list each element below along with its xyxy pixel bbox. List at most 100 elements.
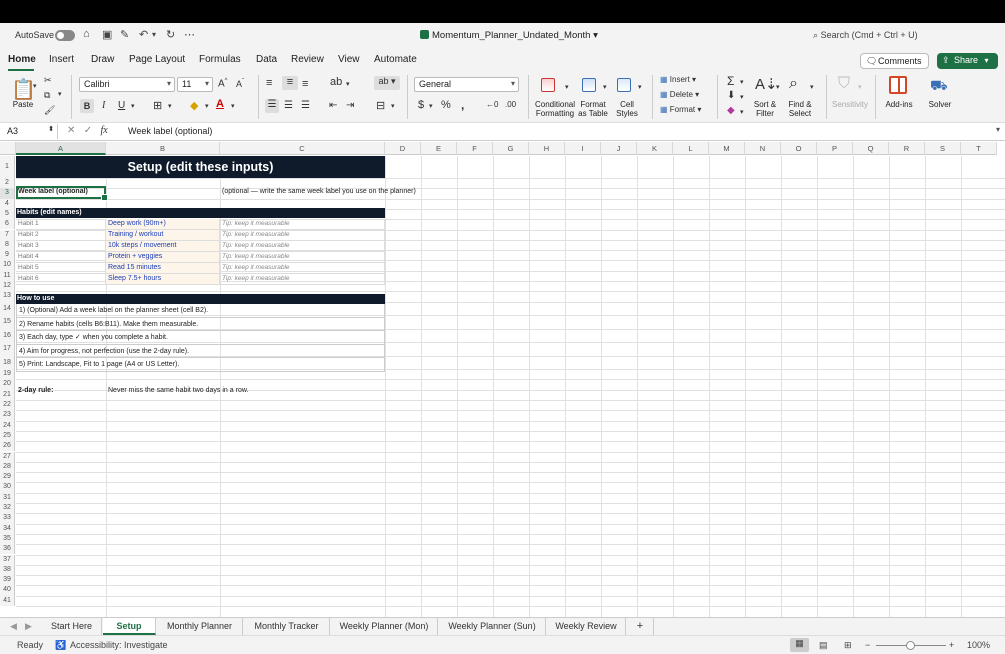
tab-insert[interactable]: Insert (49, 54, 74, 65)
clear-dropdown-icon[interactable]: ▾ (740, 108, 744, 116)
fill-dropdown-icon[interactable]: ▾ (740, 93, 744, 101)
row-header-18[interactable]: 18 (0, 355, 15, 370)
habit-tip-cell[interactable]: Tip: keep it measurable (220, 241, 385, 252)
fill-dropdown-icon[interactable]: ▾ (205, 102, 209, 110)
next-sheet-icon[interactable]: ▶ (25, 621, 32, 632)
sheet-tab-weekly-planner-sun[interactable]: Weekly Planner (Sun) (439, 618, 546, 635)
column-header-n[interactable]: N (745, 142, 781, 155)
column-header-f[interactable]: F (457, 142, 493, 155)
row-header-17[interactable]: 17 (0, 342, 15, 356)
row-header-29[interactable]: 29 (0, 472, 15, 483)
tab-page-layout[interactable]: Page Layout (129, 54, 185, 65)
merge-dropdown-icon[interactable]: ▾ (391, 102, 395, 110)
align-bottom-icon[interactable]: ≡ (302, 78, 308, 90)
column-header-h[interactable]: H (529, 142, 565, 155)
habit-tip-cell[interactable]: Tip: keep it measurable (220, 230, 385, 241)
row-header-27[interactable]: 27 (0, 451, 15, 462)
tab-formulas[interactable]: Formulas (199, 54, 241, 65)
howto-header[interactable]: How to use (16, 294, 385, 304)
share-button[interactable]: ⇪ Share ▾ (937, 53, 998, 69)
column-header-p[interactable]: P (817, 142, 853, 155)
habit-name-cell[interactable]: Training / workout (106, 230, 220, 241)
row-header-5[interactable]: 5 (0, 208, 15, 220)
sheet-tab-weekly-review[interactable]: Weekly Review (547, 618, 626, 635)
habit-name-cell[interactable]: Read 15 minutes (106, 263, 220, 274)
column-header-j[interactable]: J (601, 142, 637, 155)
format-painter-icon[interactable]: 🖌 (44, 105, 55, 116)
addins-icon[interactable] (889, 76, 907, 94)
cell-styles-label[interactable]: Cell Styles (614, 100, 640, 118)
habit-label-cell[interactable]: Habit 1 (16, 219, 106, 230)
column-header-t[interactable]: T (961, 142, 997, 155)
edit-icon[interactable]: ✎ (120, 28, 129, 41)
font-name-select[interactable]: Calibri ▾ (79, 77, 175, 92)
howto-item[interactable]: 2) Rename habits (cells B6:B11). Make th… (16, 317, 385, 331)
row-header-25[interactable]: 25 (0, 430, 15, 442)
borders-dropdown-icon[interactable]: ▾ (168, 102, 172, 110)
currency-icon[interactable]: $ (418, 99, 424, 111)
row-header-36[interactable]: 36 (0, 544, 15, 555)
row-header-1[interactable]: 1 (0, 156, 15, 178)
column-header-b[interactable]: B (106, 142, 220, 155)
row-header-10[interactable]: 10 (0, 260, 15, 271)
rule-label-cell[interactable]: 2-day rule: (16, 386, 106, 396)
tab-review[interactable]: Review (291, 54, 324, 65)
paste-label[interactable]: Paste (9, 100, 37, 109)
sheet-tab-monthly-planner[interactable]: Monthly Planner (157, 618, 243, 635)
increase-font-icon[interactable]: A^ (218, 78, 228, 89)
increase-indent-icon[interactable]: ⇥ (346, 100, 354, 111)
row-header-20[interactable]: 20 (0, 379, 15, 390)
column-header-k[interactable]: K (637, 142, 673, 155)
chevron-down-icon[interactable]: ▾ (565, 83, 569, 91)
column-header-l[interactable]: L (673, 142, 709, 155)
row-header-21[interactable]: 21 (0, 389, 15, 400)
decrease-indent-icon[interactable]: ⇤ (329, 100, 337, 111)
sheet-tab-monthly-tracker[interactable]: Monthly Tracker (244, 618, 330, 635)
row-header-40[interactable]: 40 (0, 585, 15, 596)
select-all-corner[interactable] (0, 142, 16, 155)
accessibility-status[interactable]: Accessibility: Investigate (70, 640, 168, 650)
howto-item[interactable]: 4) Aim for progress, not perfection (use… (16, 344, 385, 358)
chevron-down-icon[interactable]: ▾ (638, 83, 642, 91)
autosum-icon[interactable]: Σ (727, 74, 734, 88)
column-header-c[interactable]: C (220, 142, 385, 155)
column-header-d[interactable]: D (385, 142, 421, 155)
document-title[interactable]: Momentum_Planner_Undated_Month ▾ (420, 30, 598, 41)
column-header-e[interactable]: E (421, 142, 457, 155)
habit-tip-cell[interactable]: Tip: keep it measurable (220, 219, 385, 230)
tab-view[interactable]: View (338, 54, 360, 65)
align-right-icon[interactable]: ☰ (301, 100, 310, 111)
sort-filter-icon[interactable]: A⇣ (755, 75, 778, 93)
fill-color-icon[interactable]: ◆ (190, 99, 198, 112)
confirm-icon[interactable]: ✓ (84, 125, 92, 136)
copy-dropdown-icon[interactable]: ▾ (58, 90, 62, 98)
habit-name-cell[interactable]: Deep work (90m+) (106, 219, 220, 230)
align-top-icon[interactable]: ≡ (266, 77, 272, 89)
chevron-down-icon[interactable]: ▾ (810, 83, 814, 91)
decrease-decimal-icon[interactable]: .00 (505, 100, 516, 109)
habit-label-cell[interactable]: Habit 5 (16, 263, 106, 274)
undo-dropdown-icon[interactable]: ▾ (152, 30, 156, 39)
expand-formula-icon[interactable]: ▾ (996, 125, 1000, 134)
row-header-19[interactable]: 19 (0, 369, 15, 380)
zoom-level[interactable]: 100% (967, 640, 990, 650)
habit-label-cell[interactable]: Habit 3 (16, 241, 106, 252)
row-header-13[interactable]: 13 (0, 291, 15, 302)
page-break-view-icon[interactable]: ⊞ (844, 640, 852, 651)
row-header-4[interactable]: 4 (0, 198, 15, 209)
solver-icon[interactable]: ⛟ (930, 77, 948, 96)
sort-filter-label[interactable]: Sort & Filter (752, 100, 778, 118)
row-header-37[interactable]: 37 (0, 554, 15, 565)
howto-item[interactable]: 5) Print: Landscape, Fit to 1 page (A4 o… (16, 358, 385, 372)
save-icon[interactable]: ▣ (102, 28, 112, 41)
row-header-31[interactable]: 31 (0, 492, 15, 503)
row-header-32[interactable]: 32 (0, 503, 15, 514)
column-header-q[interactable]: Q (853, 142, 889, 155)
row-header-39[interactable]: 39 (0, 575, 15, 586)
chevron-down-icon[interactable]: ▾ (603, 83, 607, 91)
sheet-title[interactable]: Setup (edit these inputs) (16, 156, 385, 178)
sheet-tab-setup[interactable]: Setup (103, 618, 156, 635)
cut-icon[interactable]: ✂ (44, 75, 52, 86)
howto-item[interactable]: 1) (Optional) Add a week label on the pl… (16, 304, 385, 318)
tab-home[interactable]: Home (8, 54, 36, 65)
